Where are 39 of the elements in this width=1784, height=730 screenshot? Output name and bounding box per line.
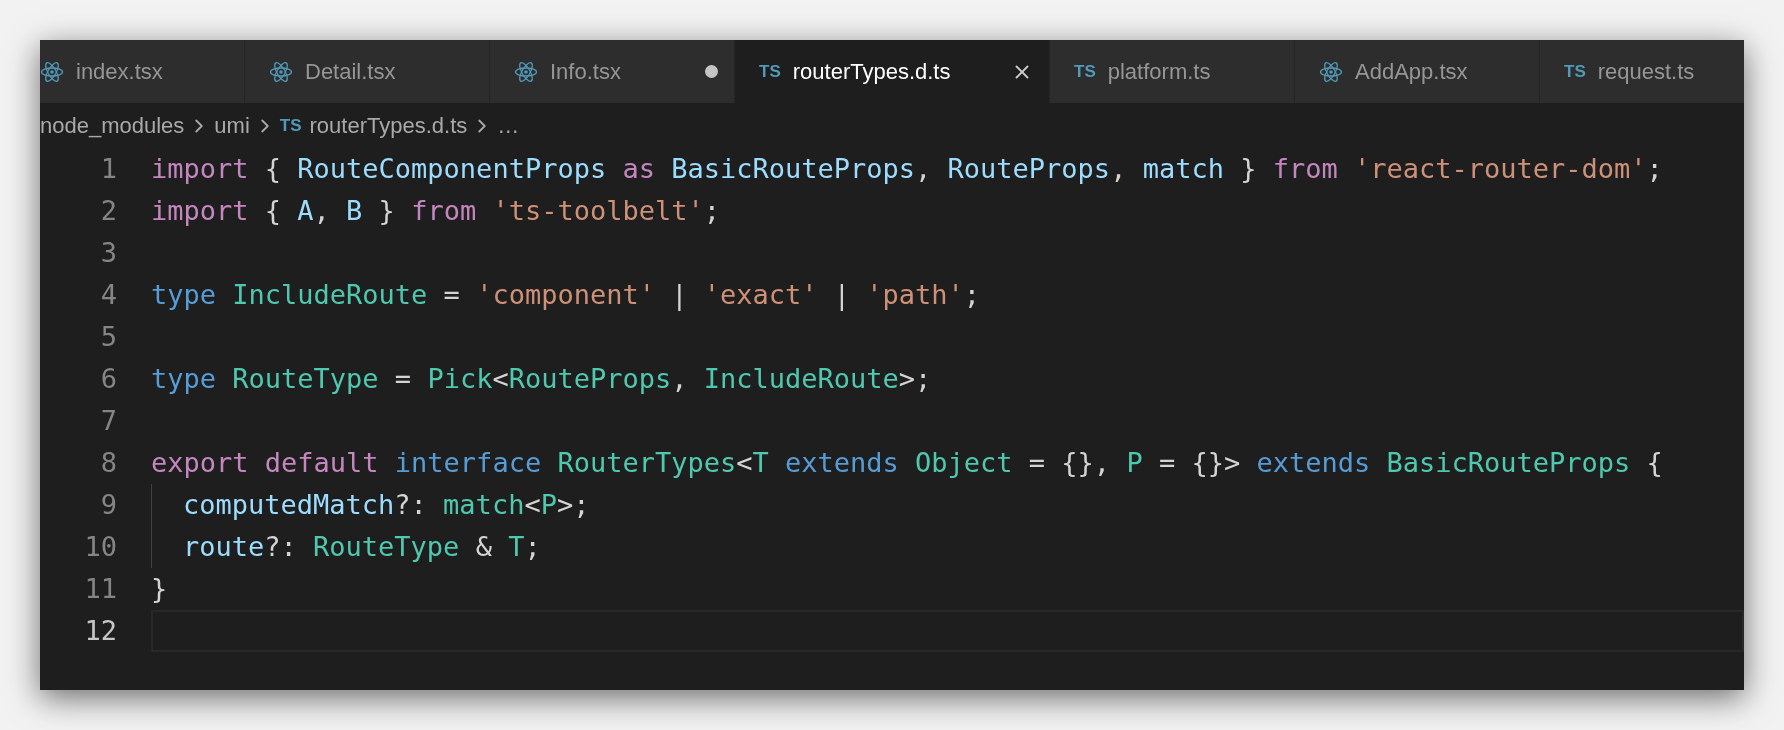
code-line: type IncludeRoute = 'component' | 'exact' | 'path'; bbox=[151, 277, 981, 313]
atom-icon bbox=[514, 59, 538, 84]
editor-tab[interactable]: TS request.ts bbox=[1540, 40, 1744, 103]
line-number: 8 bbox=[99, 445, 117, 480]
line-number: 10 bbox=[83, 529, 117, 564]
line-number: 7 bbox=[99, 403, 117, 438]
atom-icon bbox=[40, 59, 64, 84]
ts-label: TS bbox=[279, 114, 302, 137]
ts-label: TS bbox=[759, 60, 781, 83]
editor-tab[interactable]: AddApp.tsx bbox=[1295, 40, 1540, 103]
line-number: 1 bbox=[99, 151, 117, 186]
code-line: export default interface RouterTypes<T extends Object = {}, P = {}> extends BasicRouteProps { bbox=[151, 445, 1663, 480]
code-line: } bbox=[151, 571, 168, 606]
editor-tab[interactable]: index.tsx bbox=[40, 40, 245, 103]
breadcrumb-item[interactable]: node_modules bbox=[40, 109, 185, 142]
ts-label: TS bbox=[1564, 60, 1586, 83]
editor-tab[interactable]: TS platform.ts bbox=[1050, 40, 1295, 103]
line-number: 6 bbox=[99, 361, 117, 396]
line-number: 9 bbox=[99, 487, 117, 522]
line-number: 2 bbox=[99, 193, 117, 228]
line-number: 5 bbox=[99, 319, 117, 354]
editor-tab[interactable]: Info.tsx bbox=[490, 40, 735, 103]
breadcrumb-item[interactable]: … bbox=[497, 109, 520, 142]
line-number: 4 bbox=[99, 277, 117, 312]
code-line: import { RouteComponentProps as BasicRouteProps, RouteProps, match } from 'react-router-dom'; bbox=[151, 151, 1663, 186]
editor-tab[interactable]: TS routerTypes.d.ts bbox=[735, 40, 1050, 103]
line-number: 3 bbox=[99, 235, 117, 270]
editor-tab[interactable]: Detail.tsx bbox=[245, 40, 490, 103]
code-line: computedMatch?: match<P>; bbox=[183, 487, 590, 522]
atom-icon bbox=[1319, 59, 1343, 84]
code-line: import { A, B } from 'ts-toolbelt'; bbox=[151, 193, 720, 228]
line-number: 12 bbox=[83, 613, 117, 648]
line-number: 11 bbox=[83, 571, 117, 606]
ts-label: TS bbox=[1074, 60, 1096, 83]
code-line: route?: RouteType & T; bbox=[183, 529, 541, 564]
atom-icon bbox=[269, 59, 293, 84]
breadcrumb-item[interactable]: umi bbox=[214, 109, 250, 142]
breadcrumb-item[interactable]: routerTypes.d.ts bbox=[309, 109, 468, 142]
code-line: type RouteType = Pick<RouteProps, IncludeRoute>; bbox=[151, 361, 932, 396]
